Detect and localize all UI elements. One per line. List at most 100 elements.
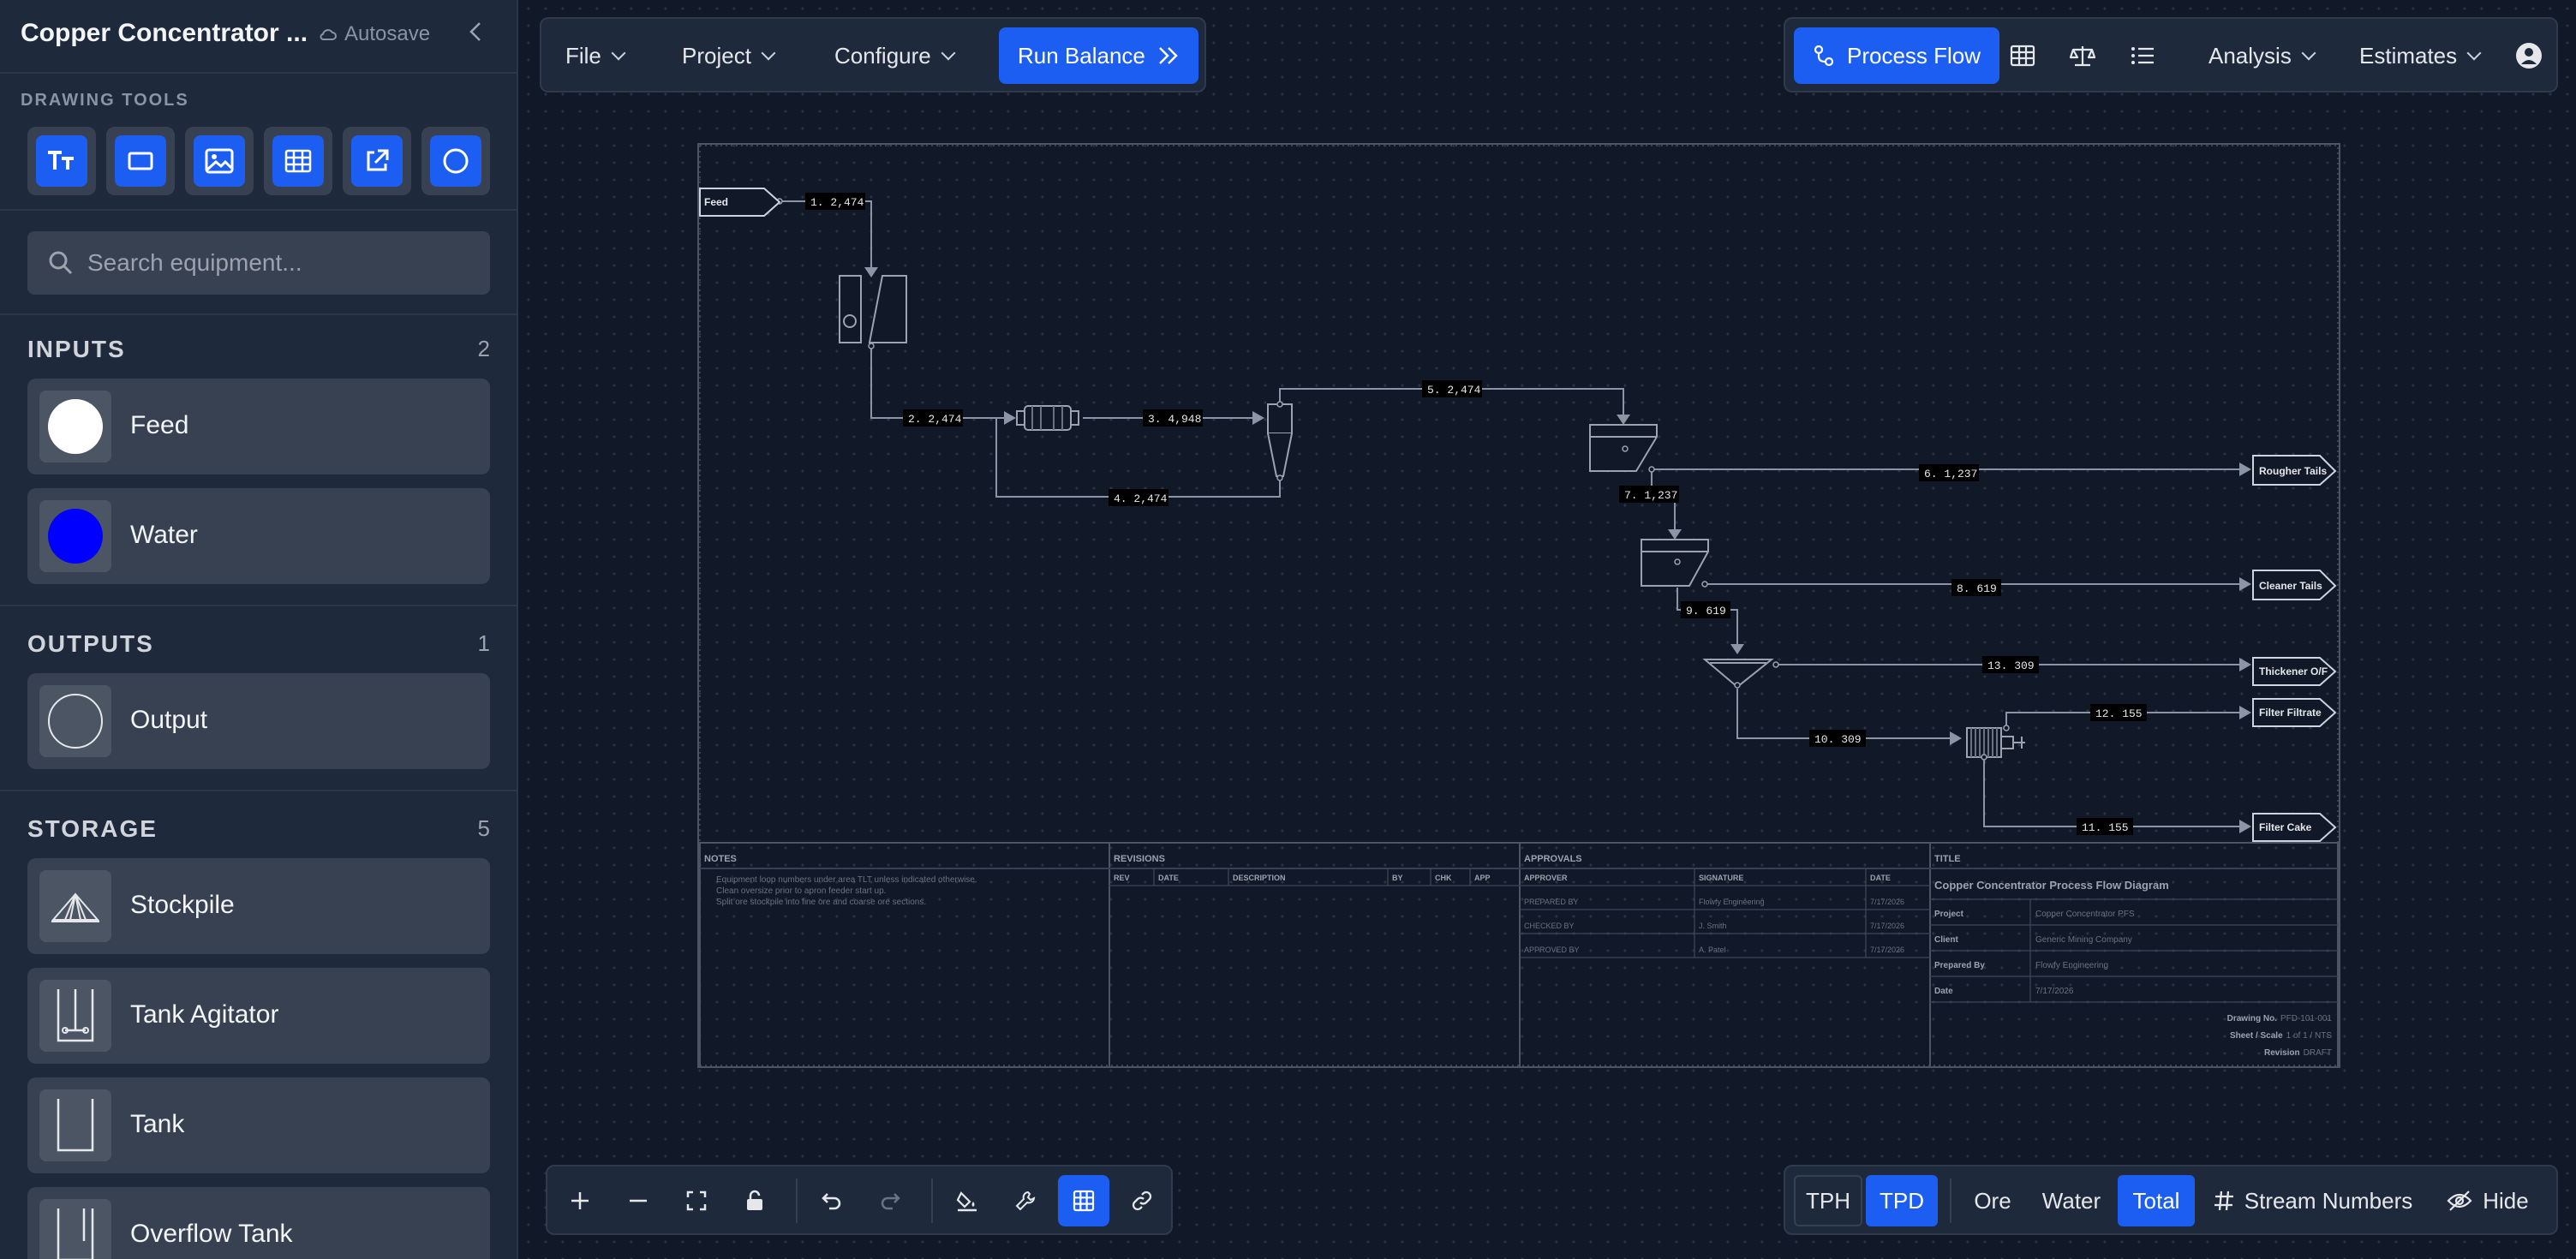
analysis-menu-label: Analysis	[2208, 42, 2292, 69]
arrow-head	[1004, 411, 1016, 425]
stream-label[interactable]: 5. 2,474	[1427, 384, 1481, 397]
stream-label[interactable]: 4. 2,474	[1114, 492, 1168, 505]
process-flow-tab[interactable]: Process Flow	[1794, 27, 2000, 84]
hash-icon	[2214, 1190, 2233, 1211]
hide-label: Hide	[2483, 1187, 2529, 1214]
external-link-tool-button[interactable]	[343, 127, 411, 195]
view-total-button[interactable]: Total	[2118, 1175, 2195, 1226]
stream-label[interactable]: 9. 619	[1686, 605, 1726, 618]
rectangle-tool-button[interactable]	[106, 127, 175, 195]
collapse-sidebar-button[interactable]	[463, 19, 488, 50]
text-tool-button[interactable]	[27, 127, 96, 195]
redo-button[interactable]	[864, 1175, 916, 1226]
file-menu[interactable]: File	[565, 27, 626, 84]
stream-label[interactable]: 10. 309	[1814, 733, 1862, 746]
arrow-head	[2239, 577, 2251, 591]
run-balance-button[interactable]: Run Balance	[999, 27, 1198, 84]
equipment-label: Tank Agitator	[130, 1000, 279, 1029]
image-tool-button[interactable]	[185, 127, 254, 195]
sheet-scale: Sheet / Scale 1 of 1 / NTS	[2230, 1031, 2332, 1041]
circle-tool-button[interactable]	[421, 127, 490, 195]
view-water-button[interactable]: Water	[2029, 1175, 2114, 1226]
stream-numbers-label: Stream Numbers	[2244, 1187, 2413, 1214]
equipment-card-overflow-tank[interactable]: Overflow Tank	[27, 1187, 490, 1259]
divider	[0, 209, 517, 211]
view-ore-button[interactable]: Ore	[1958, 1175, 2027, 1226]
equipment-card-stockpile[interactable]: Stockpile	[27, 858, 490, 954]
display-options-bar: TPH TPD Ore Water Total Stream Numbers H…	[1784, 1165, 2558, 1235]
stream-label[interactable]: 13. 309	[1987, 659, 2035, 672]
diagram-canvas[interactable]: Feed Rougher Tails Cleaner Tails Thicken…	[520, 0, 2576, 1259]
equipment-card-feed[interactable]: Feed	[27, 379, 490, 474]
project-menu[interactable]: Project	[682, 27, 776, 84]
unit-tpd-button[interactable]: TPD	[1866, 1175, 1938, 1226]
user-profile-button[interactable]	[2515, 27, 2543, 84]
stream-label[interactable]: 11. 155	[2082, 821, 2129, 834]
equipment-card-output[interactable]: Output	[27, 673, 490, 769]
stream-label[interactable]: 7. 1,237	[1624, 489, 1677, 502]
search-input[interactable]	[87, 231, 481, 295]
main-menu-bar: File Project Configure Run Balance	[540, 17, 1206, 92]
equipment-card-tank[interactable]: Tank	[27, 1077, 490, 1173]
divider	[0, 72, 517, 74]
tools-button[interactable]	[1000, 1175, 1051, 1226]
estimates-menu[interactable]: Estimates	[2359, 27, 2482, 84]
cyclone[interactable]	[1267, 403, 1293, 477]
stream-label[interactable]: 8. 619	[1957, 582, 1997, 595]
outputs-count: 1	[477, 630, 490, 656]
file-menu-label: File	[565, 42, 601, 69]
analysis-menu[interactable]: Analysis	[2208, 27, 2316, 84]
snap-button[interactable]	[1116, 1175, 1168, 1226]
fill-style-button[interactable]	[941, 1175, 993, 1226]
table-tool-button[interactable]	[264, 127, 332, 195]
approvals-header: APPROVALS	[1524, 854, 1582, 864]
project-title[interactable]: Copper Concentrator ...	[21, 19, 308, 48]
configure-menu-label: Configure	[834, 42, 931, 69]
stream-label[interactable]: 2. 2,474	[908, 413, 962, 426]
configure-menu[interactable]: Configure	[834, 27, 956, 84]
equipment-search[interactable]	[27, 231, 490, 295]
balance-view-button[interactable]	[2070, 27, 2095, 84]
tank-icon	[57, 1099, 94, 1152]
inputs-section-title: INPUTS	[27, 336, 126, 362]
equipment-card-tank-agitator[interactable]: Tank Agitator	[27, 968, 490, 1064]
approval-role: CHECKED BY	[1524, 922, 1575, 930]
storage-section-title: STORAGE	[27, 815, 158, 842]
equipment-label: Overflow Tank	[130, 1220, 293, 1248]
hide-button[interactable]: Hide	[2428, 1175, 2548, 1226]
lock-button[interactable]	[729, 1175, 780, 1226]
ball-mill[interactable]	[1016, 405, 1079, 431]
arrow-head	[2239, 462, 2251, 476]
canvas-controls	[546, 1165, 1173, 1235]
zoom-in-button[interactable]	[554, 1175, 606, 1226]
undo-button[interactable]	[806, 1175, 858, 1226]
revision-col: DESCRIPTION	[1233, 874, 1286, 882]
grid-toggle-button[interactable]	[1058, 1175, 1109, 1226]
filter-press[interactable]	[1966, 727, 2025, 758]
chevron-down-icon	[2301, 45, 2316, 61]
jaw-crusher[interactable]	[839, 275, 907, 343]
equipment-card-water[interactable]: Water	[27, 488, 490, 584]
unit-tph-button[interactable]: TPH	[1794, 1175, 1862, 1226]
revision-col: REV	[1114, 874, 1130, 882]
stream-label[interactable]: 12. 155	[2095, 707, 2143, 720]
search-icon	[49, 251, 73, 275]
zoom-out-button[interactable]	[613, 1175, 664, 1226]
fit-view-button[interactable]	[671, 1175, 722, 1226]
table-icon	[2010, 45, 2035, 67]
table-view-button[interactable]	[2010, 27, 2035, 84]
terminal-label: Filter Filtrate	[2259, 707, 2322, 719]
equipment-label: Output	[130, 706, 208, 734]
approval-date: 7/17/2026	[1870, 898, 1904, 906]
stream-label[interactable]: 3. 4,948	[1148, 413, 1201, 426]
stream-numbers-toggle[interactable]: Stream Numbers	[2210, 1175, 2416, 1226]
list-view-button[interactable]	[2130, 27, 2155, 84]
field-value: 7/17/2026	[2035, 987, 2074, 996]
tank-icon	[39, 1089, 111, 1161]
approval-col: DATE	[1870, 874, 1891, 882]
unit-label: TPH	[1806, 1187, 1850, 1214]
arrow-head	[1730, 644, 1744, 654]
stream-label[interactable]: 6. 1,237	[1924, 468, 1977, 480]
eye-off-icon	[2447, 1190, 2472, 1211]
stream-label[interactable]: 1. 2,474	[810, 196, 864, 209]
